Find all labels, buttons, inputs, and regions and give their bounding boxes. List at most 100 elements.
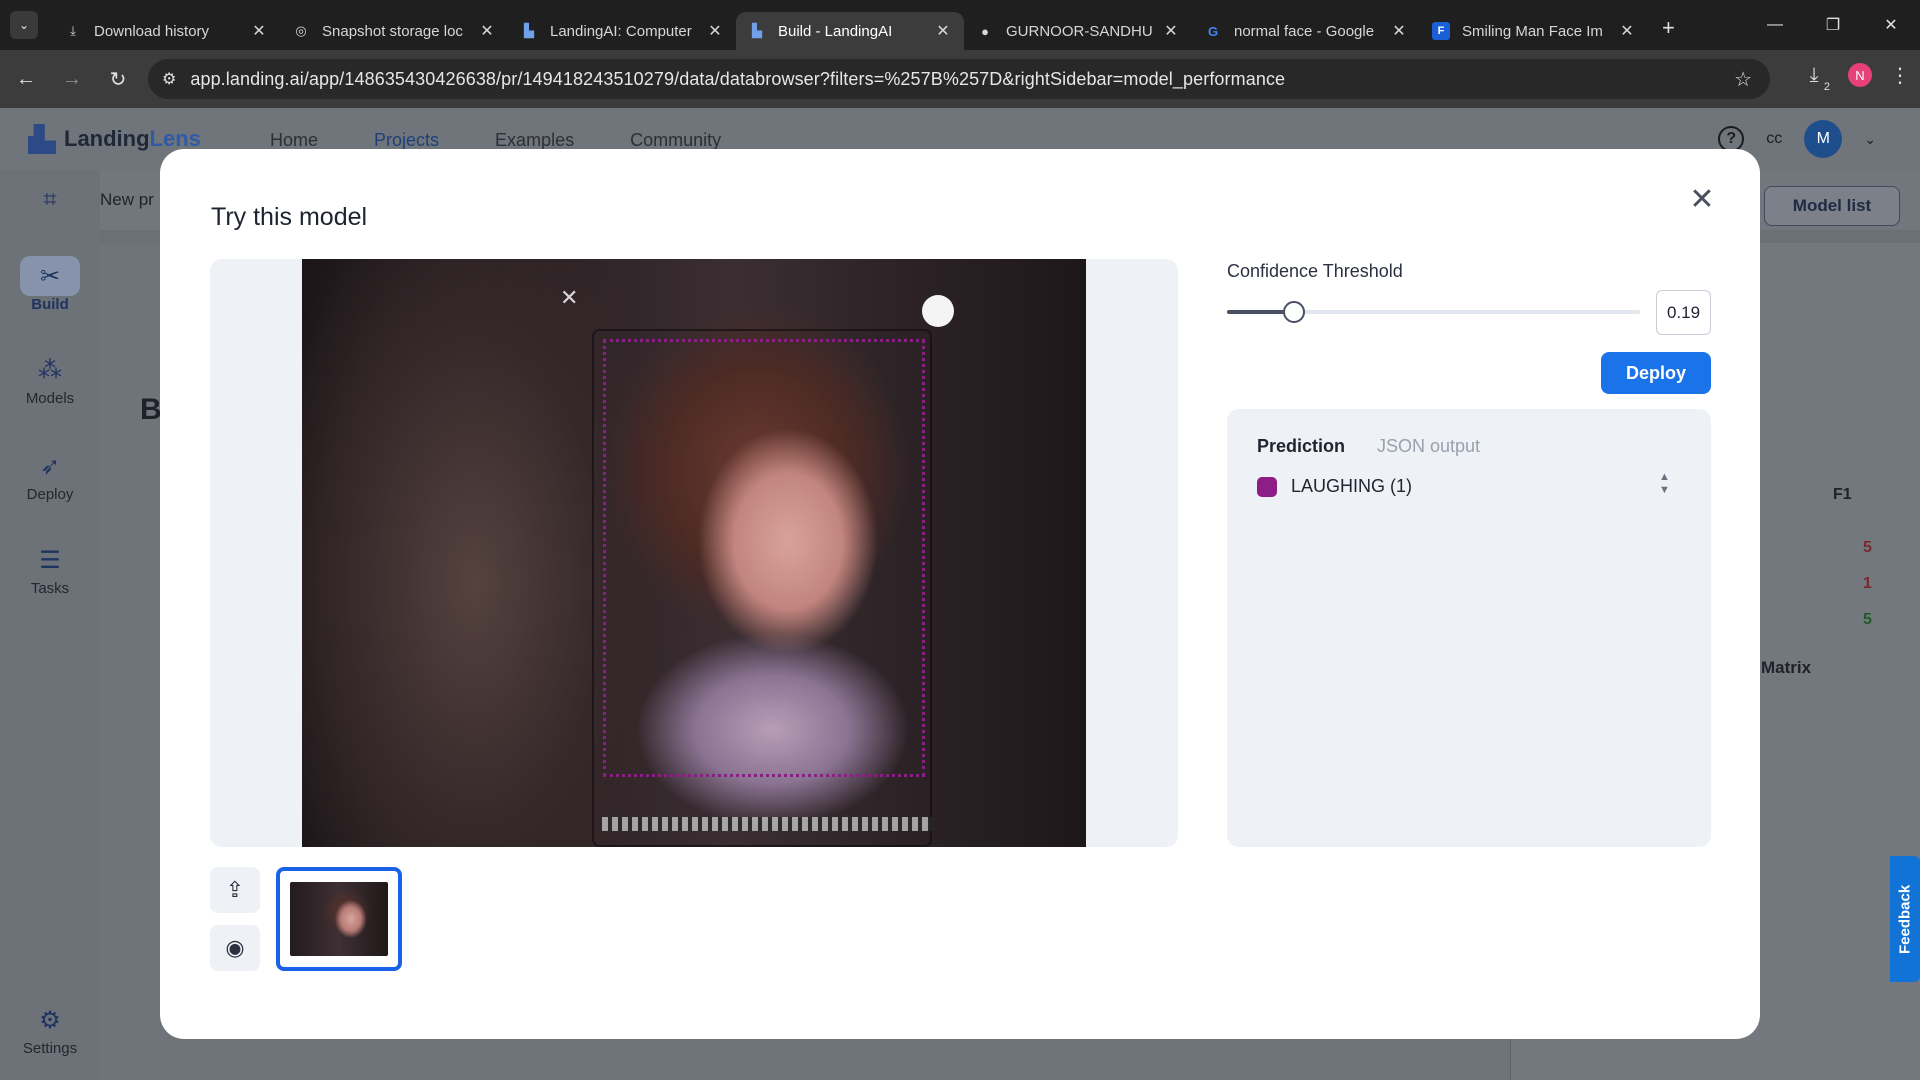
try-model-dialog: Try this model ✕ ✕ ⇪ ◉ Confidence Thresh… [160,149,1760,1039]
tab-title: Download history [94,22,210,40]
nav-home[interactable]: Home [270,130,318,151]
nav-projects[interactable]: Projects [374,130,439,151]
class-color-swatch [1257,476,1277,497]
window-controls: — ❐ ✕ [1746,0,1920,50]
landingai-icon: ▙ [752,23,762,38]
prediction-bounding-box[interactable] [603,339,925,777]
close-tab-icon[interactable]: ✕ [250,21,268,41]
sidebar-item-build[interactable]: ✂ Build [0,256,100,313]
feedback-tab[interactable]: Feedback [1890,856,1920,982]
github-icon: ● [981,23,989,39]
prediction-label: LAUGHING (1) [1291,476,1413,496]
close-tab-icon[interactable]: ✕ [1618,21,1636,41]
prediction-item[interactable]: LAUGHING (1) [1257,476,1412,497]
confusion-matrix-label: Matrix [1761,658,1812,677]
browser-menu-icon[interactable]: ⋮ [1890,63,1910,88]
tab-json-output[interactable]: JSON output [1377,436,1480,457]
tab-title: GURNOOR-SANDHU [1006,22,1153,40]
browser-tab[interactable]: ⤓ Download history ✕ [52,12,280,50]
sidebar-item-overview[interactable]: ⌗ [0,180,100,220]
tab-title: Smiling Man Face Im [1462,22,1603,40]
profile-avatar[interactable]: N [1848,63,1872,87]
browser-tab-bar: ⌄ ⤓ Download history ✕ ◎ Snapshot storag… [0,0,1920,50]
browser-tab[interactable]: G normal face - Google ✕ [1192,12,1420,50]
minimize-icon[interactable]: — [1746,0,1804,50]
confidence-slider[interactable] [1227,301,1640,323]
download-icon: ⤓ [70,23,76,38]
tab-title: Snapshot storage loc [322,22,463,40]
sidebar-item-label: Deploy [26,486,74,503]
back-arrow-icon[interactable]: ← [6,59,46,99]
camera-icon: ◉ [225,935,245,960]
project-name[interactable]: New pr [100,190,154,210]
build-tools-icon: ✂ [20,256,80,296]
models-network-icon: ⁂ [38,356,62,384]
metric-value: 1 [1863,575,1872,592]
download-badge: 2 [1823,81,1830,93]
site-info-icon[interactable]: ⚙ [162,69,176,89]
reload-icon[interactable]: ↻ [98,59,138,99]
bookmark-star-icon[interactable]: ☆ [1734,67,1752,92]
sidebar-item-label: Models [25,390,75,407]
sidebar-item-models[interactable]: ⁂ Models [0,350,100,408]
logo-text-part1: Landing [64,126,150,151]
f1-label: F1 [1833,486,1852,503]
logo-text-part2: Lens [149,126,201,151]
photo-light-spot [922,295,954,327]
confidence-value-input[interactable]: 0.19 [1656,290,1711,335]
sidebar-item-settings[interactable]: ⚙ Settings [0,1000,100,1058]
toolbar-right: ⤓ 2 N ⋮ [1798,59,1910,94]
browser-tab[interactable]: ◎ Snapshot storage loc ✕ [280,12,508,50]
url-text[interactable]: app.landing.ai/app/148635430426638/pr/14… [190,69,1285,90]
image-preview-area: ✕ [210,259,1178,847]
tab-title: normal face - Google [1234,22,1375,40]
close-tab-icon[interactable]: ✕ [706,21,724,41]
rocket-icon: ➶ [39,452,61,480]
model-list-button[interactable]: Model list [1764,186,1900,226]
dialog-title: Try this model [211,203,368,231]
take-photo-button[interactable]: ◉ [210,925,260,971]
browser-tab-active[interactable]: ▙ Build - LandingAI ✕ [736,12,964,50]
close-tab-icon[interactable]: ✕ [1162,21,1180,41]
downloads-icon[interactable]: ⤓ 2 [1798,59,1830,94]
thumbnail-image [290,882,388,956]
tab-search-button[interactable]: ⌄ [10,11,38,39]
close-icon[interactable]: ✕ [1684,181,1720,217]
globe-icon: ◎ [295,23,307,38]
new-tab-button[interactable]: + [1662,15,1675,41]
chevron-down-icon[interactable]: ⌄ [1864,131,1876,148]
logo-text: LandingLens [64,126,201,152]
sidebar-item-deploy[interactable]: ➶ Deploy [0,446,100,504]
freepik-icon: F [1432,22,1450,40]
address-bar[interactable]: ⚙ app.landing.ai/app/148635430426638/pr/… [148,59,1770,99]
sidebar-item-tasks[interactable]: ☰ Tasks [0,540,100,598]
nav-examples[interactable]: Examples [495,130,574,151]
tab-title: LandingAI: Computer [550,22,692,40]
close-window-icon[interactable]: ✕ [1862,0,1920,50]
user-avatar[interactable]: M [1804,120,1843,158]
tab-prediction[interactable]: Prediction [1257,436,1345,457]
page-title: B [140,393,162,426]
sidebar-item-label: Tasks [30,580,70,597]
browser-tab[interactable]: F Smiling Man Face Im ✕ [1420,12,1648,50]
slider-handle[interactable] [1283,301,1305,323]
close-tab-icon[interactable]: ✕ [1390,21,1408,41]
restore-icon[interactable]: ❐ [1804,0,1862,50]
forward-arrow-icon[interactable]: → [52,59,92,99]
user-label[interactable]: cc [1766,130,1782,148]
uploaded-photo: ✕ [302,259,1086,847]
image-thumbnail[interactable] [276,867,402,971]
close-tab-icon[interactable]: ✕ [478,21,496,41]
sort-arrows-icon[interactable]: ▲ ▼ [1659,471,1670,497]
close-tab-icon[interactable]: ✕ [934,21,952,41]
nav-community[interactable]: Community [630,130,721,151]
photo-close-mark: ✕ [560,285,579,310]
folder-upload-icon: ⇪ [225,877,245,902]
deploy-button[interactable]: Deploy [1601,352,1711,394]
browser-tab[interactable]: ▙ LandingAI: Computer ✕ [508,12,736,50]
prediction-panel: Prediction JSON output LAUGHING (1) ▲ ▼ [1227,409,1711,847]
browser-toolbar: ← → ↻ ⚙ app.landing.ai/app/1486354304266… [0,50,1920,108]
browser-tab[interactable]: ● GURNOOR-SANDHU ✕ [964,12,1192,50]
upload-image-button[interactable]: ⇪ [210,867,260,913]
landinglens-logo-icon [28,124,56,154]
